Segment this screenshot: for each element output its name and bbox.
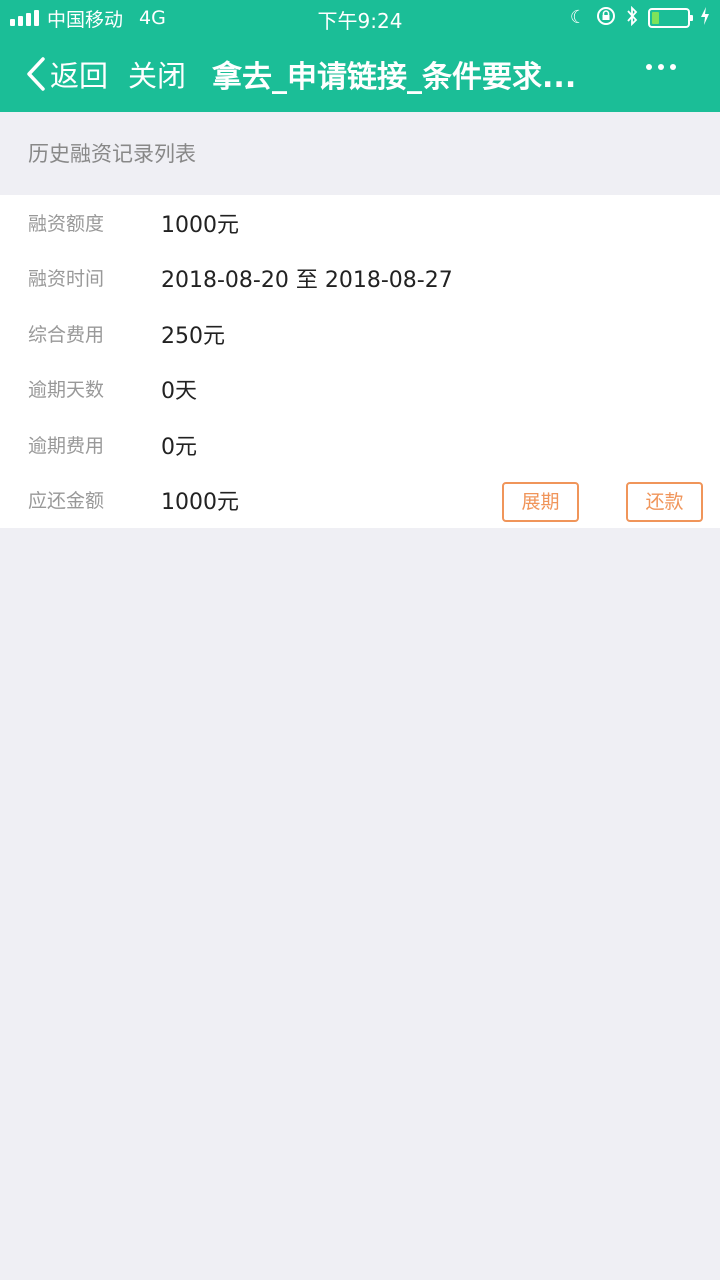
- row-value: 1000元: [161, 212, 239, 238]
- row-label: 逾期费用: [28, 435, 105, 457]
- battery-fill: [652, 12, 659, 24]
- extend-button[interactable]: 展期: [502, 482, 579, 522]
- status-bar: 中国移动 4G 下午9:24 ☾: [0, 0, 720, 36]
- row-value: 250元: [161, 323, 225, 349]
- top-bar: 中国移动 4G 下午9:24 ☾ 返回 关闭 拿去_申请链接_条件要求...: [0, 0, 720, 112]
- status-right: ☾: [569, 5, 710, 31]
- row-label: 综合费用: [28, 324, 105, 346]
- charging-icon: [700, 6, 710, 31]
- page-title: 拿去_申请链接_条件要求...: [212, 60, 577, 95]
- orientation-lock-icon: [596, 6, 616, 31]
- row-overdue-fee: 逾期费用 0元: [0, 417, 720, 472]
- row-value: 0天: [161, 378, 197, 404]
- row-label: 融资时间: [28, 268, 105, 290]
- row-overdue-days: 逾期天数 0天: [0, 361, 720, 416]
- more-dots-icon: [646, 64, 652, 70]
- row-fee: 综合费用 250元: [0, 306, 720, 361]
- row-value: 2018-08-20 至 2018-08-27: [161, 267, 453, 293]
- row-amount: 融资额度 1000元: [0, 195, 720, 250]
- repay-button[interactable]: 还款: [626, 482, 703, 522]
- moon-icon: ☾: [569, 7, 586, 28]
- row-label: 融资额度: [28, 213, 105, 235]
- back-label: 返回: [50, 59, 109, 93]
- row-value: 0元: [161, 434, 197, 460]
- row-label: 逾期天数: [28, 379, 105, 401]
- row-label: 应还金额: [28, 490, 105, 512]
- row-value: 1000元: [161, 489, 239, 515]
- battery-icon: [648, 8, 693, 28]
- section-title: 历史融资记录列表: [28, 142, 196, 166]
- chevron-left-icon: [27, 57, 45, 91]
- nav-bar: 返回 关闭 拿去_申请链接_条件要求...: [0, 36, 720, 112]
- close-button[interactable]: 关闭: [128, 53, 186, 95]
- row-period: 融资时间 2018-08-20 至 2018-08-27: [0, 250, 720, 305]
- row-amount-due: 应还金额 1000元 展期 还款: [0, 472, 720, 527]
- back-button[interactable]: 返回: [26, 53, 108, 95]
- finance-record-card: 融资额度 1000元 融资时间 2018-08-20 至 2018-08-27 …: [0, 195, 720, 528]
- bluetooth-icon: [626, 5, 638, 31]
- more-menu-button[interactable]: [644, 60, 678, 74]
